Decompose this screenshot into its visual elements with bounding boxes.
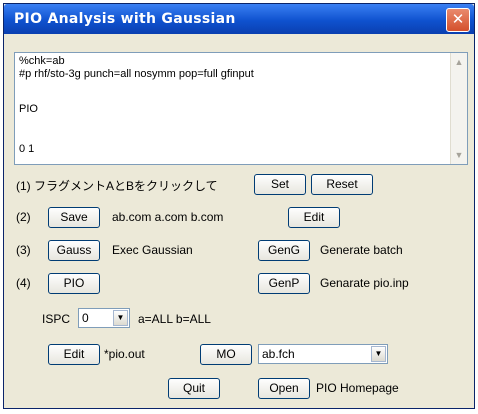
- generate-batch-text: Generate batch: [320, 243, 403, 257]
- scroll-up-icon[interactable]: ▲: [452, 55, 466, 69]
- edit-output-button[interactable]: Edit: [48, 344, 100, 365]
- step2-label: (2): [16, 210, 31, 224]
- reset-button[interactable]: Reset: [311, 174, 373, 195]
- scroll-down-icon[interactable]: ▼: [452, 148, 466, 162]
- fch-value: ab.fch: [262, 347, 295, 361]
- pio-homepage-link[interactable]: PIO Homepage: [316, 381, 399, 395]
- step3-label: (3): [16, 243, 31, 257]
- fch-select[interactable]: ab.fch ▼: [258, 344, 388, 364]
- open-button[interactable]: Open: [258, 378, 310, 399]
- geng-button[interactable]: GenG: [258, 240, 310, 261]
- generate-pio-text: Genarate pio.inp: [320, 276, 409, 290]
- quit-button[interactable]: Quit: [168, 378, 220, 399]
- genp-button[interactable]: GenP: [258, 273, 310, 294]
- chevron-down-icon[interactable]: ▼: [113, 310, 128, 326]
- mo-button[interactable]: MO: [200, 344, 252, 365]
- close-button[interactable]: ✕: [446, 8, 470, 32]
- output-files-text: ab.com a.com b.com: [112, 210, 224, 224]
- title-bar[interactable]: PIO Analysis with Gaussian ✕: [4, 4, 474, 34]
- gauss-button[interactable]: Gauss: [48, 240, 100, 261]
- editor-line: %chk=ab: [19, 55, 65, 67]
- editor-line: PIO: [19, 103, 38, 115]
- ispc-select[interactable]: 0 ▼: [78, 308, 130, 328]
- ispc-info-text: a=ALL b=ALL: [138, 312, 211, 326]
- set-button[interactable]: Set: [254, 174, 306, 195]
- editor-line: 0 1: [19, 143, 35, 155]
- app-window: PIO Analysis with Gaussian ✕ %chk=ab #p …: [3, 3, 475, 409]
- step1-label: (1) フラグメントAとBをクリックして: [16, 179, 218, 193]
- ispc-value: 0: [82, 311, 89, 325]
- editor-line: #p rhf/sto-3g punch=all nosymm pop=full …: [19, 68, 254, 80]
- save-button[interactable]: Save: [48, 207, 100, 228]
- pio-out-text: *pio.out: [104, 347, 145, 361]
- ispc-label: ISPC: [42, 312, 71, 326]
- step4-label: (4): [16, 276, 31, 290]
- chevron-down-icon[interactable]: ▼: [371, 346, 386, 362]
- window-title: PIO Analysis with Gaussian: [14, 11, 236, 27]
- pio-button[interactable]: PIO: [48, 273, 100, 294]
- exec-gaussian-text: Exec Gaussian: [112, 243, 193, 257]
- gaussian-input-textarea[interactable]: %chk=ab #p rhf/sto-3g punch=all nosymm p…: [14, 52, 468, 165]
- edit-input-button[interactable]: Edit: [288, 207, 340, 228]
- editor-scrollbar[interactable]: ▲ ▼: [450, 53, 467, 164]
